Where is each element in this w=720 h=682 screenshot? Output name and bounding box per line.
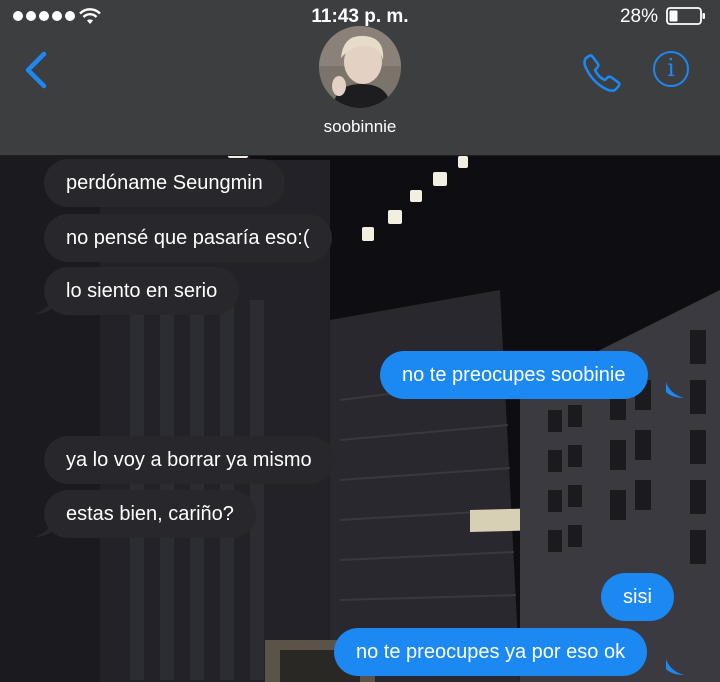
message-bubble-sent: no te preocupes soobinie [380, 351, 648, 399]
message-bubble-received: ya lo voy a borrar ya mismo [44, 436, 334, 484]
chevron-left-icon[interactable] [22, 50, 50, 90]
info-icon[interactable]: i [653, 51, 689, 87]
message-bubble-sent: no te preocupes ya por eso ok [334, 628, 648, 676]
battery-percentage: 28% [619, 6, 658, 27]
message-bubble-sent: sisi [601, 573, 674, 621]
bubble-tail [34, 298, 52, 314]
contact-name[interactable]: soobinnie [0, 117, 720, 137]
conversation-header: 11:43 p. m. 28% soobinnie i [0, 0, 720, 156]
phone-icon[interactable] [582, 52, 622, 92]
message-bubble-received: no pensé que pasaría eso:( [44, 214, 332, 262]
message-bubble-received: lo siento en serio [44, 267, 240, 315]
bubble-tail [666, 659, 684, 675]
status-time: 11:43 p. m. [311, 6, 409, 27]
battery-icon [666, 7, 705, 25]
bubble-tail [34, 521, 52, 537]
avatar[interactable] [319, 26, 401, 108]
bubble-tail [666, 382, 684, 398]
message-bubble-received: perdóname Seungmin [44, 159, 285, 207]
message-bubble-received: estas bien, cariño? [44, 490, 256, 538]
